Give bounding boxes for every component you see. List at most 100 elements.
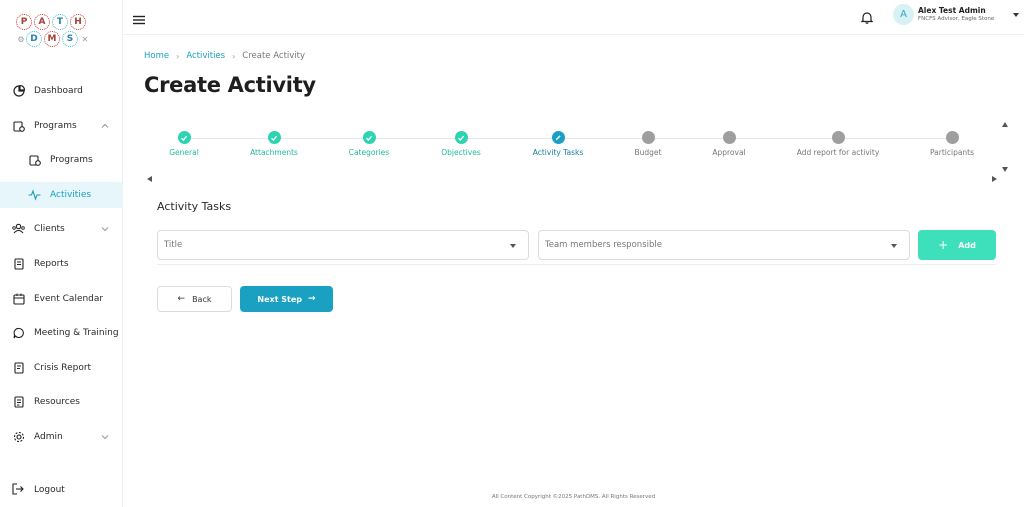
back-label: Back: [192, 294, 212, 304]
next-step-button[interactable]: Next Step →: [240, 286, 333, 312]
arrow-right-icon: →: [308, 294, 316, 304]
check-icon: [177, 131, 191, 144]
sidebar-item-label: Dashboard: [34, 86, 83, 96]
pending-dot-icon: [641, 131, 655, 144]
sidebar-item-label: Programs: [34, 120, 77, 131]
hamburger-menu-icon[interactable]: [133, 10, 145, 25]
topbar: A Alex Test Admin FNCFS Advisor, Eagle S…: [123, 0, 1024, 35]
check-icon: [362, 131, 376, 144]
sidebar: P A T H ⚙ D M S ✕ Dashboard Programs Pro…: [0, 0, 123, 507]
sidebar-item-crisis-report[interactable]: Crisis Report: [0, 355, 122, 381]
step-approval[interactable]: Approval: [674, 131, 784, 157]
divider: [157, 264, 996, 265]
step-add-report-for-activity[interactable]: Add report for activity: [783, 131, 893, 157]
sidebar-item-meeting-training[interactable]: Meeting & Training: [0, 320, 122, 346]
title-select-placeholder: Title: [164, 240, 183, 250]
logout-button[interactable]: Logout: [12, 483, 65, 496]
pending-dot-icon: [722, 131, 736, 144]
user-menu-caret-icon[interactable]: [1013, 13, 1019, 17]
resources-icon: [12, 396, 25, 409]
check-icon: [267, 131, 281, 144]
sidebar-item-programs[interactable]: Programs: [0, 113, 122, 139]
step-label: Attachments: [250, 148, 298, 157]
dashboard-icon: [12, 85, 25, 98]
sidebar-item-label: Reports: [34, 258, 69, 269]
section-title: Activity Tasks: [157, 200, 232, 213]
reports-icon: [12, 257, 25, 270]
step-participants[interactable]: Participants: [897, 131, 1007, 157]
sidebar-item-label: Resources: [34, 397, 80, 408]
gear-icon: [12, 430, 25, 443]
logo-cross-icon: ✕: [81, 34, 89, 44]
page-title: Create Activity: [144, 73, 316, 97]
chat-bubble-icon: [12, 327, 25, 340]
pencil-icon: [551, 131, 565, 144]
logo-letter: T: [52, 14, 68, 30]
title-select[interactable]: Title: [157, 230, 529, 260]
breadcrumb-separator-icon: ›: [232, 51, 236, 61]
step-attachments[interactable]: Attachments: [219, 131, 329, 157]
logo-letter: H: [70, 14, 86, 30]
pending-dot-icon: [831, 131, 845, 144]
stepper: General Attachments Categories Objectives Ac…: [150, 124, 1010, 184]
sidebar-item-label: Clients: [34, 224, 65, 235]
calendar-icon: [12, 292, 25, 305]
arrow-left-icon: ←: [177, 294, 186, 304]
logout-label: Logout: [34, 484, 65, 495]
sidebar-item-label: Event Calendar: [34, 293, 104, 304]
scroll-right-arrow-icon[interactable]: [992, 176, 997, 182]
chevron-down-icon: [100, 432, 110, 442]
breadcrumb-separator-icon: ›: [176, 51, 180, 61]
logo-letter: M: [44, 31, 60, 47]
crisis-report-icon: [12, 361, 25, 374]
chevron-up-icon: [100, 121, 110, 131]
breadcrumb-home[interactable]: Home: [144, 51, 169, 61]
step-objectives[interactable]: Objectives: [406, 131, 516, 157]
scroll-left-arrow-icon[interactable]: [147, 176, 152, 182]
logo-letter: P: [16, 14, 32, 30]
sidebar-item-label: Crisis Report: [34, 362, 92, 373]
step-label: Approval: [712, 148, 746, 157]
bell-icon[interactable]: [860, 9, 874, 24]
sidebar-nav: Dashboard Programs Programs Activities C…: [0, 78, 122, 459]
scroll-down-arrow-icon[interactable]: [1002, 167, 1008, 172]
dropdown-caret-icon: [510, 244, 516, 248]
sidebar-item-admin[interactable]: Admin: [0, 424, 122, 450]
step-label: Participants: [929, 148, 975, 157]
user-role: FNCFS Advisor, Eagle Stone: [918, 16, 995, 22]
sidebar-item-label: Activities: [50, 189, 92, 200]
logo-letter: A: [34, 14, 50, 30]
sidebar-item-reports[interactable]: Reports: [0, 251, 122, 277]
step-label: Objectives: [441, 148, 481, 157]
logout-icon: [12, 483, 25, 496]
sidebar-item-dashboard[interactable]: Dashboard: [0, 78, 122, 104]
breadcrumb-current: Create Activity: [242, 51, 306, 61]
sidebar-item-label: Programs: [50, 155, 93, 166]
sidebar-item-activities[interactable]: Activities: [0, 181, 122, 208]
programs-icon: [12, 119, 25, 132]
sidebar-item-resources[interactable]: Resources: [0, 389, 122, 415]
activity-pulse-icon: [28, 188, 41, 201]
user-name[interactable]: Alex Test Admin: [918, 6, 986, 15]
avatar[interactable]: A: [893, 4, 914, 25]
add-task-button[interactable]: + Add: [918, 230, 996, 260]
footer-copyright: All Content Copyright ©2025 PathDMS. All…: [491, 494, 656, 500]
scroll-up-arrow-icon[interactable]: [1002, 122, 1008, 127]
plus-icon: +: [938, 238, 949, 252]
sidebar-item-programs-sub[interactable]: Programs: [0, 147, 122, 173]
team-members-select[interactable]: Team members responsible: [538, 230, 910, 260]
dropdown-caret-icon: [891, 244, 897, 248]
clients-icon: [12, 223, 25, 236]
sidebar-item-label: Meeting & Training: [34, 328, 119, 339]
next-step-label: Next Step: [257, 294, 303, 304]
sidebar-item-event-calendar[interactable]: Event Calendar: [0, 286, 122, 312]
check-icon: [454, 131, 468, 144]
programs-sub-icon: [28, 154, 41, 167]
logo-letter: D: [26, 31, 42, 47]
back-button[interactable]: ← Back: [157, 286, 232, 312]
chevron-down-icon: [100, 224, 110, 234]
sidebar-item-clients[interactable]: Clients: [0, 216, 122, 242]
breadcrumb-activities[interactable]: Activities: [186, 51, 225, 61]
pathdms-logo[interactable]: P A T H ⚙ D M S ✕: [14, 14, 106, 48]
logo-letter: S: [62, 31, 78, 47]
